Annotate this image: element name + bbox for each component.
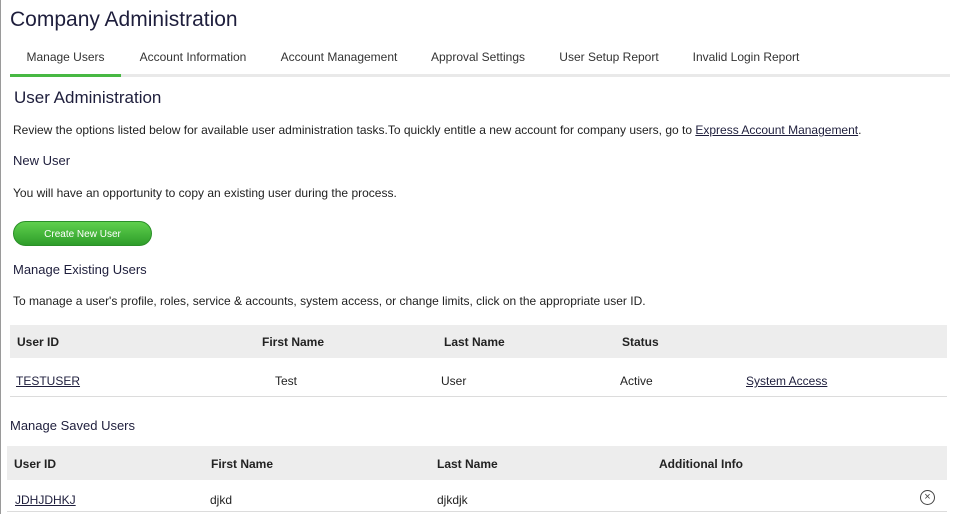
express-account-management-link[interactable]: Express Account Management	[695, 123, 858, 137]
column-additional-info: Additional Info	[659, 457, 743, 471]
user-id-link[interactable]: TESTUSER	[16, 374, 80, 388]
saved-users-header: User ID First Name Last Name Additional …	[7, 446, 947, 480]
last-name-cell: djkdjk	[437, 493, 468, 507]
table-row: TESTUSER Test User Active System Access	[10, 358, 947, 396]
section-title: User Administration	[14, 88, 162, 107]
intro-text-end: .	[858, 123, 862, 137]
intro-text-body: Review the options listed below for avai…	[13, 123, 696, 137]
new-user-heading: New User	[13, 153, 71, 168]
column-status: Status	[622, 335, 659, 349]
tab-bar: Manage Users Account Information Account…	[10, 45, 950, 77]
row-divider	[10, 396, 947, 397]
row-divider	[7, 511, 947, 512]
manage-existing-heading: Manage Existing Users	[13, 262, 147, 277]
table-row: JDHJDHKJ djkd djkdjk ×	[7, 480, 947, 512]
first-name-cell: Test	[275, 374, 298, 388]
window-border	[0, 0, 1, 514]
column-user-id: User ID	[17, 335, 60, 349]
new-user-text: You will have an opportunity to copy an …	[13, 186, 397, 200]
manage-saved-heading: Manage Saved Users	[10, 418, 136, 433]
existing-users-header: User ID First Name Last Name Status	[10, 325, 947, 358]
tab-account-management[interactable]: Account Management	[275, 45, 403, 74]
manage-existing-text: To manage a user's profile, roles, servi…	[13, 294, 646, 308]
tab-invalid-login-report[interactable]: Invalid Login Report	[686, 45, 806, 74]
last-name-cell: User	[441, 374, 467, 388]
tab-manage-users[interactable]: Manage Users	[10, 45, 121, 77]
system-access-link[interactable]: System Access	[746, 374, 827, 388]
column-last-name: Last Name	[444, 335, 505, 349]
user-id-link[interactable]: JDHJDHKJ	[15, 493, 76, 507]
column-user-id: User ID	[14, 457, 57, 471]
create-new-user-button[interactable]: Create New User	[13, 221, 152, 246]
circle-x-icon[interactable]: ×	[920, 490, 935, 505]
tab-approval-settings[interactable]: Approval Settings	[424, 45, 532, 74]
app-title: Company Administration	[10, 8, 238, 31]
column-first-name: First Name	[262, 335, 325, 349]
first-name-cell: djkd	[210, 493, 233, 507]
intro-text: Review the options listed below for avai…	[13, 123, 861, 137]
tab-user-setup-report[interactable]: User Setup Report	[555, 45, 663, 74]
tab-account-information[interactable]: Account Information	[134, 45, 252, 74]
status-cell: Active	[620, 374, 653, 388]
column-last-name: Last Name	[437, 457, 498, 471]
column-first-name: First Name	[211, 457, 274, 471]
